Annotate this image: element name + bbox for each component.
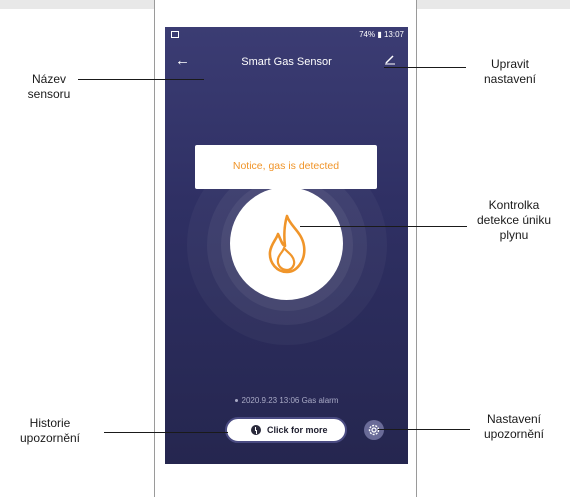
pointer-line-alert-settings (378, 429, 470, 430)
settings-gear-icon (368, 424, 380, 436)
pointer-line-alert-history (104, 432, 228, 433)
annotation-alert-settings: Nastavení upozornění (483, 412, 545, 441)
clock-icon (251, 425, 261, 435)
notification-icon (171, 31, 179, 38)
app-header: ← Smart Gas Sensor (165, 52, 408, 76)
alert-settings-button[interactable] (364, 420, 384, 440)
last-alarm-entry: 2020.9.23 13:06 Gas alarm (165, 396, 408, 405)
annotation-leak-indicator: Kontrolka detekce úniku plynu (476, 198, 552, 242)
phone-screen: 74% ▮ 13:07 ← Smart Gas Sensor Notice, g… (165, 27, 408, 464)
pointer-line-leak-indicator (300, 226, 467, 227)
status-bar: 74% ▮ 13:07 (165, 27, 408, 44)
gas-alert-tooltip: Notice, gas is detected (195, 145, 377, 189)
status-time: 74% ▮ 13:07 (359, 30, 404, 39)
flame-icon (268, 214, 306, 274)
annotation-alert-history: Historie upozornění (19, 416, 81, 445)
annotation-sensor-name: Název sensoru (27, 72, 71, 101)
last-alarm-text: 2020.9.23 13:06 Gas alarm (241, 396, 339, 405)
pointer-line-edit-settings (384, 67, 466, 68)
page-title: Smart Gas Sensor (241, 56, 332, 68)
click-for-more-button[interactable]: Click for more (225, 417, 347, 443)
click-for-more-label: Click for more (267, 425, 328, 435)
tooltip-tail (278, 189, 294, 197)
gas-alert-text: Notice, gas is detected (232, 160, 340, 172)
bullet-dot (234, 399, 238, 403)
edit-pencil-icon[interactable] (384, 53, 396, 68)
annotation-edit-settings: Upravit nastavení (483, 57, 537, 86)
pointer-line-sensor-name (78, 79, 204, 80)
